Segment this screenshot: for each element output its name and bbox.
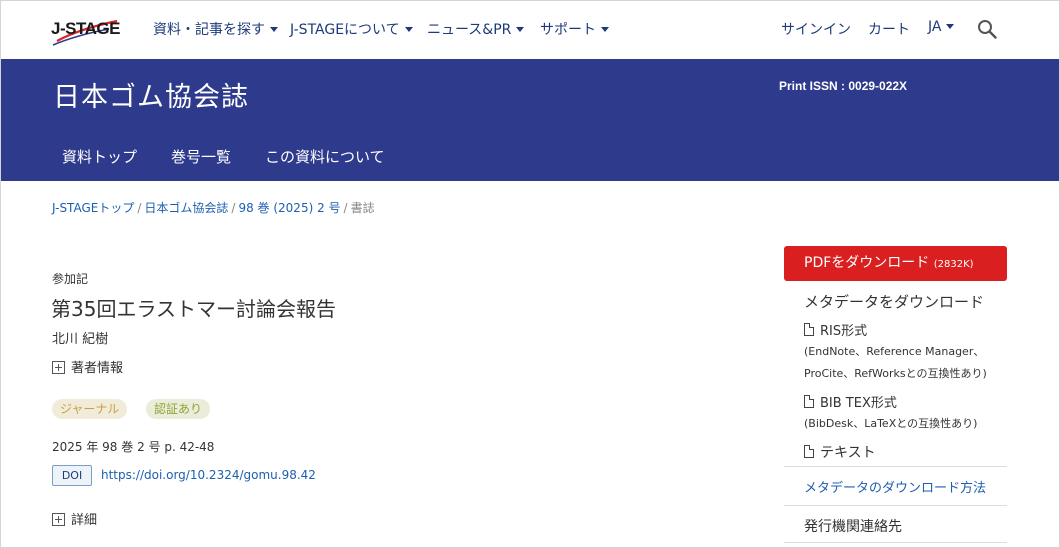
caret-down-icon bbox=[601, 27, 609, 32]
pdf-download-label: PDFをダウンロード bbox=[804, 255, 930, 271]
page-frame: J-STAGE 資料・記事を探す J-STAGEについて ニュース&PR サポー… bbox=[0, 0, 1060, 548]
breadcrumb-separator: / bbox=[137, 201, 142, 215]
divider bbox=[784, 542, 1007, 543]
caret-down-icon bbox=[946, 24, 955, 29]
nav-about-jstage[interactable]: J-STAGEについて bbox=[290, 19, 413, 39]
article-title: 第35回エラストマー討論会報告 bbox=[51, 297, 337, 321]
language-selector[interactable]: JA bbox=[928, 19, 955, 35]
expand-plus-icon bbox=[52, 513, 65, 526]
breadcrumb-separator: / bbox=[231, 201, 236, 215]
details-label: 詳細 bbox=[71, 513, 98, 528]
ris-description-line2: ProCite、RefWorksとの互換性あり) bbox=[804, 367, 987, 380]
certified-badge: 認証あり bbox=[146, 399, 211, 419]
details-toggle[interactable]: 詳細 bbox=[52, 509, 97, 528]
article-category: 参加記 bbox=[52, 272, 89, 286]
divider bbox=[784, 466, 1007, 467]
tab-issue-list[interactable]: 巻号一覧 bbox=[171, 146, 231, 167]
caret-down-icon bbox=[516, 27, 525, 32]
journal-badge: ジャーナル bbox=[52, 399, 128, 419]
breadcrumb-current: 書誌 bbox=[350, 201, 375, 215]
metadata-download-method-link[interactable]: メタデータのダウンロード方法 bbox=[804, 477, 986, 496]
ris-label: RIS形式 bbox=[820, 324, 868, 339]
search-icon[interactable] bbox=[977, 19, 997, 39]
jstage-logo[interactable]: J-STAGE bbox=[49, 15, 127, 47]
logo-text: J-STAGE bbox=[51, 19, 120, 38]
doi-label: DOI bbox=[52, 465, 92, 486]
author-info-toggle[interactable]: 著者情報 bbox=[52, 357, 123, 376]
bibtex-description: (BibDesk、LaTeXとの互換性あり) bbox=[804, 417, 978, 430]
journal-banner: 日本ゴム協会誌 Print ISSN : 0029-022X 資料トップ 巻号一… bbox=[1, 59, 1059, 181]
publication-info: 2025 年 98 巻 2 号 p. 42-48 bbox=[52, 440, 215, 454]
ris-description-line1: (EndNote、Reference Manager、 bbox=[804, 345, 985, 358]
divider bbox=[784, 505, 1007, 506]
tab-about-journal[interactable]: この資料について bbox=[265, 146, 385, 167]
top-bar: J-STAGE 資料・記事を探す J-STAGEについて ニュース&PR サポー… bbox=[1, 1, 1059, 59]
nav-news-pr[interactable]: ニュース&PR bbox=[427, 19, 525, 39]
journal-title[interactable]: 日本ゴム協会誌 bbox=[53, 75, 249, 114]
author-info-label: 著者情報 bbox=[71, 361, 124, 376]
language-label: JA bbox=[928, 19, 942, 35]
nav-label: サポート bbox=[540, 22, 596, 38]
expand-plus-icon bbox=[52, 361, 65, 374]
breadcrumb-separator: / bbox=[343, 201, 348, 215]
breadcrumb: J-STAGEトップ / 日本ゴム協会誌/98 巻 (2025) 2 号 / 書誌 bbox=[52, 199, 375, 216]
nav-search-articles[interactable]: 資料・記事を探す bbox=[153, 19, 278, 39]
cart-link[interactable]: カート bbox=[868, 19, 910, 39]
signin-link[interactable]: サインイン bbox=[781, 19, 851, 39]
article-author[interactable]: 北川 紀樹 bbox=[52, 328, 108, 347]
tab-journal-top[interactable]: 資料トップ bbox=[62, 146, 137, 167]
bibtex-label: BIB TEX形式 bbox=[820, 396, 897, 411]
caret-down-icon bbox=[270, 27, 278, 32]
file-icon bbox=[804, 323, 814, 336]
text-label: テキスト bbox=[820, 445, 876, 461]
nav-label: 資料・記事を探す bbox=[153, 22, 265, 38]
bibtex-download-link[interactable]: BIB TEX形式 bbox=[804, 392, 897, 411]
issn-text: Print ISSN : 0029-022X bbox=[779, 79, 908, 93]
metadata-download-title: メタデータをダウンロード bbox=[804, 293, 985, 311]
nav-label: J-STAGEについて bbox=[290, 22, 400, 38]
ris-download-link[interactable]: RIS形式 bbox=[804, 320, 867, 339]
nav-label: ニュース&PR bbox=[427, 22, 512, 38]
publisher-contact-link[interactable]: 発行機関連絡先 bbox=[804, 516, 902, 536]
doi-link[interactable]: https://doi.org/10.2324/gomu.98.42 bbox=[101, 468, 316, 482]
breadcrumb-jstage-top[interactable]: J-STAGEトップ bbox=[52, 201, 134, 215]
nav-support[interactable]: サポート bbox=[540, 19, 609, 39]
breadcrumb-issue[interactable]: 98 巻 (2025) 2 号 bbox=[238, 201, 340, 215]
file-icon bbox=[804, 445, 814, 458]
pdf-download-button[interactable]: PDFをダウンロード (2832K) bbox=[784, 246, 1007, 281]
breadcrumb-journal[interactable]: 日本ゴム協会誌 bbox=[144, 201, 228, 215]
text-download-link[interactable]: テキスト bbox=[804, 442, 876, 462]
caret-down-icon bbox=[404, 27, 413, 32]
pdf-size: (2832K) bbox=[933, 259, 974, 270]
file-icon bbox=[804, 395, 814, 408]
